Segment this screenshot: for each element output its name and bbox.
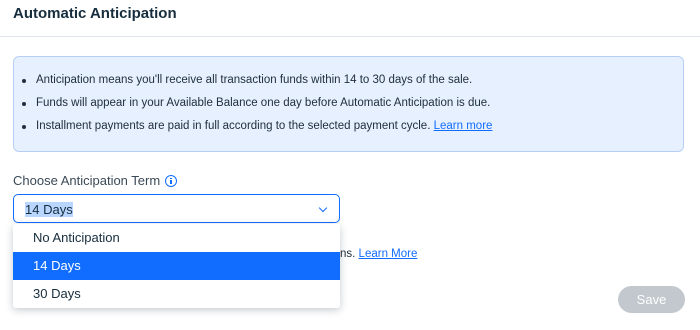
option-14-days[interactable]: 14 Days	[13, 252, 340, 280]
bullet	[22, 79, 26, 83]
anticipation-term-label: Choose Anticipation Term	[13, 173, 178, 188]
info-item: Funds will appear in your Available Bala…	[22, 97, 491, 109]
select-value: 14 Days	[25, 202, 73, 217]
info-icon[interactable]	[165, 174, 178, 187]
partial-text: ns.	[340, 248, 356, 260]
page-title: Automatic Anticipation	[13, 5, 177, 22]
bullet	[22, 102, 26, 106]
selected-value-text: 14 Days	[25, 202, 73, 217]
save-button[interactable]: Save	[618, 286, 685, 313]
info-item-text: Anticipation means you'll receive all tr…	[36, 74, 473, 86]
anticipation-term-label-text: Choose Anticipation Term	[13, 173, 161, 188]
info-item-text: Funds will appear in your Available Bala…	[36, 97, 491, 109]
bullet	[22, 125, 26, 129]
chevron-down-icon[interactable]	[318, 203, 328, 213]
info-item: Installment payments are paid in full ac…	[22, 120, 493, 132]
dropdown-menu: No Anticipation 14 Days 30 Days	[13, 224, 340, 308]
anticipation-term-select[interactable]: 14 Days	[13, 194, 340, 223]
option-30-days[interactable]: 30 Days	[13, 280, 340, 308]
learn-more-link[interactable]: Learn more	[434, 120, 493, 132]
divider	[0, 36, 700, 37]
info-box: Anticipation means you'll receive all tr…	[13, 56, 684, 152]
info-item-text: Installment payments are paid in full ac…	[36, 120, 431, 132]
learn-more-link-2[interactable]: Learn More	[359, 248, 418, 260]
partial-hidden-text: ns. Learn More	[340, 248, 417, 260]
info-item: Anticipation means you'll receive all tr…	[22, 74, 473, 86]
option-no-anticipation[interactable]: No Anticipation	[13, 224, 340, 252]
